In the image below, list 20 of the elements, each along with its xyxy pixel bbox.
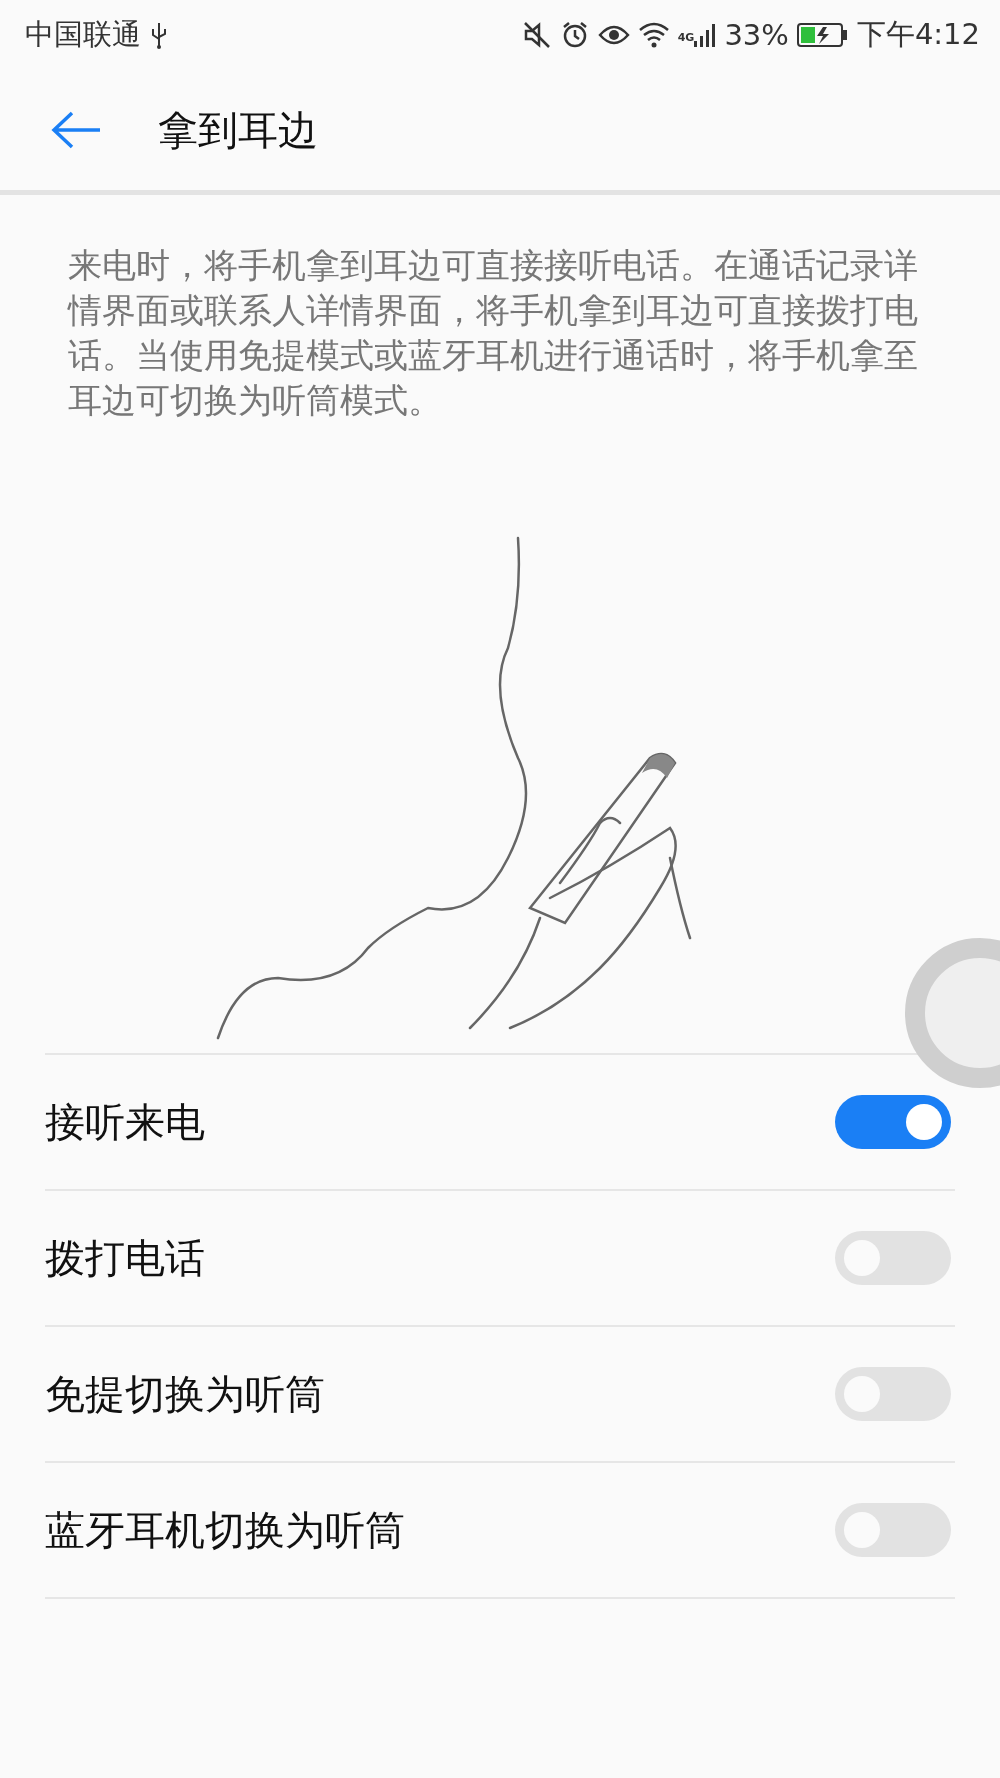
carrier-name: 中国联通: [25, 16, 141, 53]
clock-time: 下午4:12: [856, 16, 980, 53]
toggle-switch[interactable]: [835, 1367, 951, 1421]
battery-percent: 33%: [724, 18, 789, 52]
battery-icon: [796, 21, 849, 49]
toggle-switch[interactable]: [835, 1095, 951, 1149]
back-button[interactable]: [50, 110, 102, 150]
page-title: 拿到耳边: [158, 105, 318, 155]
setting-label: 拨打电话: [45, 1233, 205, 1283]
wifi-icon: [637, 21, 670, 49]
toggle-switch[interactable]: [835, 1231, 951, 1285]
mute-icon: [521, 20, 552, 50]
usb-icon: [149, 21, 169, 49]
description-text: 来电时，将手机拿到耳边可直接接听电话。在通话记录详情界面或联系人详情界面，将手机拿到耳边可直接拨打电话。当使用免提模式或蓝牙耳机进行通话时，将手机拿至耳边可切换为听筒模式。: [68, 244, 919, 422]
toggle-switch[interactable]: [835, 1503, 951, 1557]
signal-icon: [694, 21, 717, 49]
network-label: 4G: [677, 31, 695, 44]
setting-label: 免提切换为听筒: [45, 1369, 325, 1419]
setting-label: 接听来电: [45, 1097, 205, 1147]
setting-label: 蓝牙耳机切换为听筒: [45, 1505, 405, 1555]
